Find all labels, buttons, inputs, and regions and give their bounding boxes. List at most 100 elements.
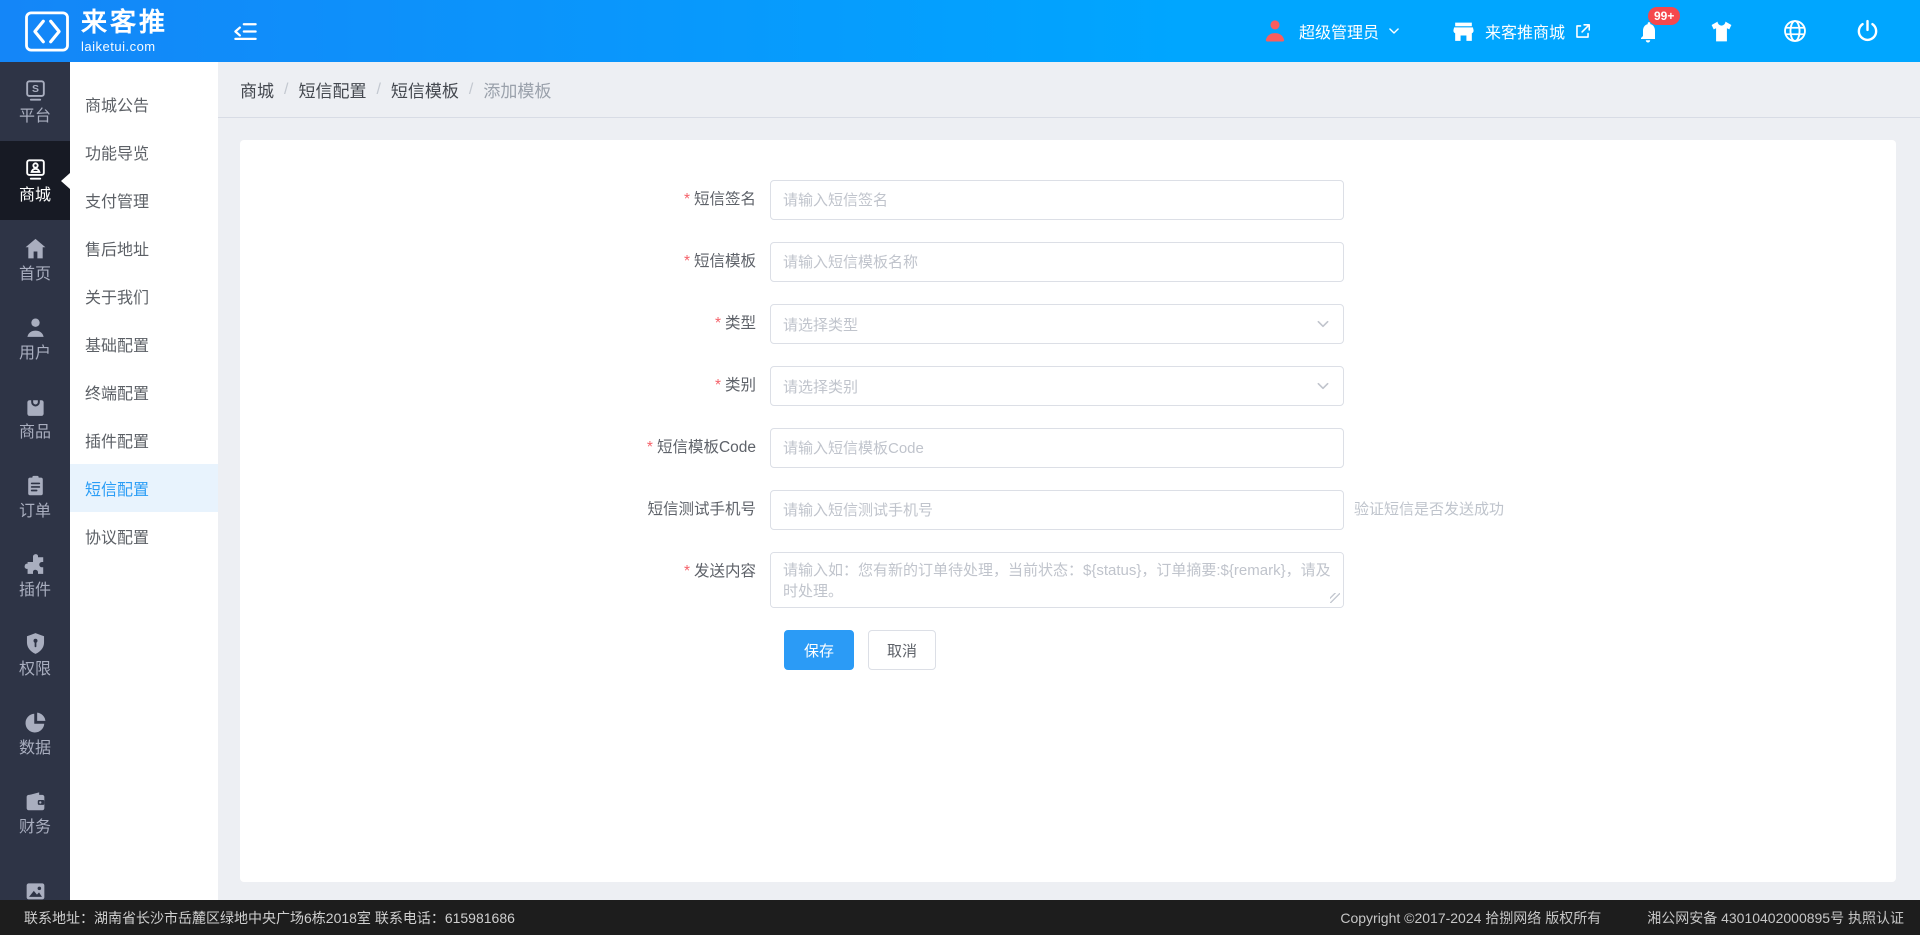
shop-link-label: 来客推商城	[1484, 25, 1565, 42]
select-placeholder: 请选择类型	[783, 316, 859, 334]
form-row-sms-template: * 短信模板	[240, 242, 1896, 282]
field-control	[770, 490, 1344, 530]
bell-icon[interactable]: 99+	[1636, 6, 1681, 44]
form-actions: 保存 取消	[784, 630, 1896, 670]
form-row-sms-template-code: * 短信模板Code	[240, 428, 1896, 468]
sidebar-item-label: 短信配置	[85, 482, 150, 499]
footer-contact: 联系地址：湖南省长沙市岳麓区绿地中央广场6栋2018室 联系电话：6159816…	[24, 909, 515, 926]
chevron-down-icon	[1387, 24, 1401, 38]
sms-signature-input[interactable]	[770, 180, 1344, 220]
logo-brackets-icon	[24, 10, 70, 52]
required-asterisk: *	[646, 439, 653, 456]
breadcrumb-item[interactable]: 商城	[240, 77, 274, 102]
sidebar-item-label: 协议配置	[85, 530, 150, 547]
rail-item-label: 商城	[18, 187, 51, 204]
sidebar-item-guide[interactable]: 功能导览	[70, 128, 218, 176]
topbar-right: 超级管理员 来客推商城 99+	[1261, 6, 1920, 45]
field-label: * 类型	[714, 315, 756, 332]
rail-item-permission[interactable]: 权限	[0, 615, 70, 694]
svg-text:S: S	[32, 84, 39, 95]
rail-item-label: 插件	[18, 582, 51, 599]
topbar: 来客推 laiketui.com 超级管理员 来客推商城 99+	[0, 0, 1920, 62]
rail-item-finance[interactable]: 财务	[0, 773, 70, 852]
breadcrumb-separator: /	[376, 80, 381, 98]
sidebar-item-label: 终端配置	[85, 386, 150, 403]
rail-item-mall[interactable]: 商城	[0, 141, 70, 220]
card-wrap: *短信签名 *短信模板 *类型 请选择类型 *类别 请选择类别 *短信模板Code 短…	[218, 118, 1920, 900]
rail-item-goods[interactable]: 商品	[0, 378, 70, 457]
permission-icon	[23, 631, 48, 656]
user-menu[interactable]: 超级管理员	[1261, 17, 1401, 45]
form-row-category: * 类别 请选择类别	[240, 366, 1896, 406]
sidebar-item-aftersale[interactable]: 售后地址	[70, 224, 218, 272]
collapse-menu-icon[interactable]	[232, 18, 259, 45]
sidebar-item-label: 支付管理	[85, 194, 150, 211]
rail-item-label: 平台	[18, 108, 51, 125]
sidebar-item-notice[interactable]: 商城公告	[70, 80, 218, 128]
rail-item-label: 首页	[18, 266, 51, 283]
field-label: * 短信签名	[683, 191, 756, 208]
sidebar-item-label: 商城公告	[85, 98, 150, 115]
field-control	[770, 428, 1344, 468]
tshirt-icon[interactable]	[1708, 19, 1735, 44]
save-button[interactable]: 保存	[784, 630, 854, 670]
category-select[interactable]: 请选择类别	[770, 366, 1344, 406]
send-content-textarea[interactable]	[770, 552, 1344, 608]
material-icon	[23, 879, 48, 900]
rail-item-order[interactable]: 订单	[0, 457, 70, 536]
form-row-send-content: * 发送内容	[240, 552, 1896, 608]
platform-icon: S	[23, 78, 48, 103]
footer-right: Copyright ©2017-2024 拾捌网络 版权所有 湘公网安备 430…	[1340, 908, 1904, 928]
sidebar-item-payment[interactable]: 支付管理	[70, 176, 218, 224]
type-select[interactable]: 请选择类型	[770, 304, 1344, 344]
cancel-button[interactable]: 取消	[868, 630, 936, 670]
order-icon	[23, 473, 48, 498]
sidebar-item-terminal[interactable]: 终端配置	[70, 368, 218, 416]
shop-link[interactable]: 来客推商城	[1451, 19, 1592, 44]
sms-test-phone-input[interactable]	[770, 490, 1344, 530]
select-placeholder: 请选择类别	[783, 378, 859, 396]
field-control	[770, 180, 1344, 220]
sidebar-item-label: 关于我们	[85, 290, 150, 307]
footer: 联系地址：湖南省长沙市岳麓区绿地中央广场6栋2018室 联系电话：6159816…	[0, 900, 1920, 935]
mall-icon	[23, 157, 48, 182]
user-icon	[23, 315, 48, 340]
sidebar-item-about[interactable]: 关于我们	[70, 272, 218, 320]
required-asterisk: *	[714, 315, 721, 332]
breadcrumb-separator: /	[284, 80, 289, 98]
field-label: * 类别	[714, 377, 756, 394]
rail-item-plugin[interactable]: 插件	[0, 536, 70, 615]
breadcrumb-item: 添加模板	[483, 82, 552, 101]
breadcrumb-item[interactable]: 短信模板	[391, 77, 459, 102]
rail-item-platform[interactable]: S 平台	[0, 62, 70, 141]
field-label: * 短信模板Code	[646, 439, 756, 456]
rail-item-data[interactable]: 数据	[0, 694, 70, 773]
sidebar-item-sms[interactable]: 短信配置	[70, 464, 218, 512]
required-asterisk: *	[683, 563, 690, 580]
sidebar-item-agreement[interactable]: 协议配置	[70, 512, 218, 560]
required-asterisk: *	[683, 253, 690, 270]
sms-template-input[interactable]	[770, 242, 1344, 282]
sidebar-item-basic[interactable]: 基础配置	[70, 320, 218, 368]
rail-item-home[interactable]: 首页	[0, 220, 70, 299]
rail-item-material[interactable]	[0, 852, 70, 900]
breadcrumb-separator: /	[468, 80, 474, 98]
sidebar-item-label: 基础配置	[85, 338, 150, 355]
goods-icon	[23, 394, 48, 419]
rail-item-user[interactable]: 用户	[0, 299, 70, 378]
logo[interactable]: 来客推 laiketui.com	[24, 9, 168, 54]
breadcrumb-item[interactable]: 短信配置	[298, 77, 366, 102]
field-label: * 发送内容	[683, 563, 756, 580]
sms-template-code-input[interactable]	[770, 428, 1344, 468]
globe-icon[interactable]	[1782, 18, 1808, 44]
form-row-type: * 类型 请选择类型	[240, 304, 1896, 344]
sidebar-item-plugin[interactable]: 插件配置	[70, 416, 218, 464]
power-icon[interactable]	[1855, 18, 1880, 44]
rail-item-label: 财务	[18, 819, 51, 836]
user-role: 超级管理员	[1298, 25, 1379, 42]
rail-item-label: 用户	[18, 345, 51, 362]
resize-handle-icon[interactable]	[1330, 593, 1340, 603]
home-icon	[23, 236, 48, 261]
field-control	[770, 242, 1344, 282]
sms-template-form: *短信签名 *短信模板 *类型 请选择类型 *类别 请选择类别 *短信模板Code 短…	[240, 180, 1896, 608]
